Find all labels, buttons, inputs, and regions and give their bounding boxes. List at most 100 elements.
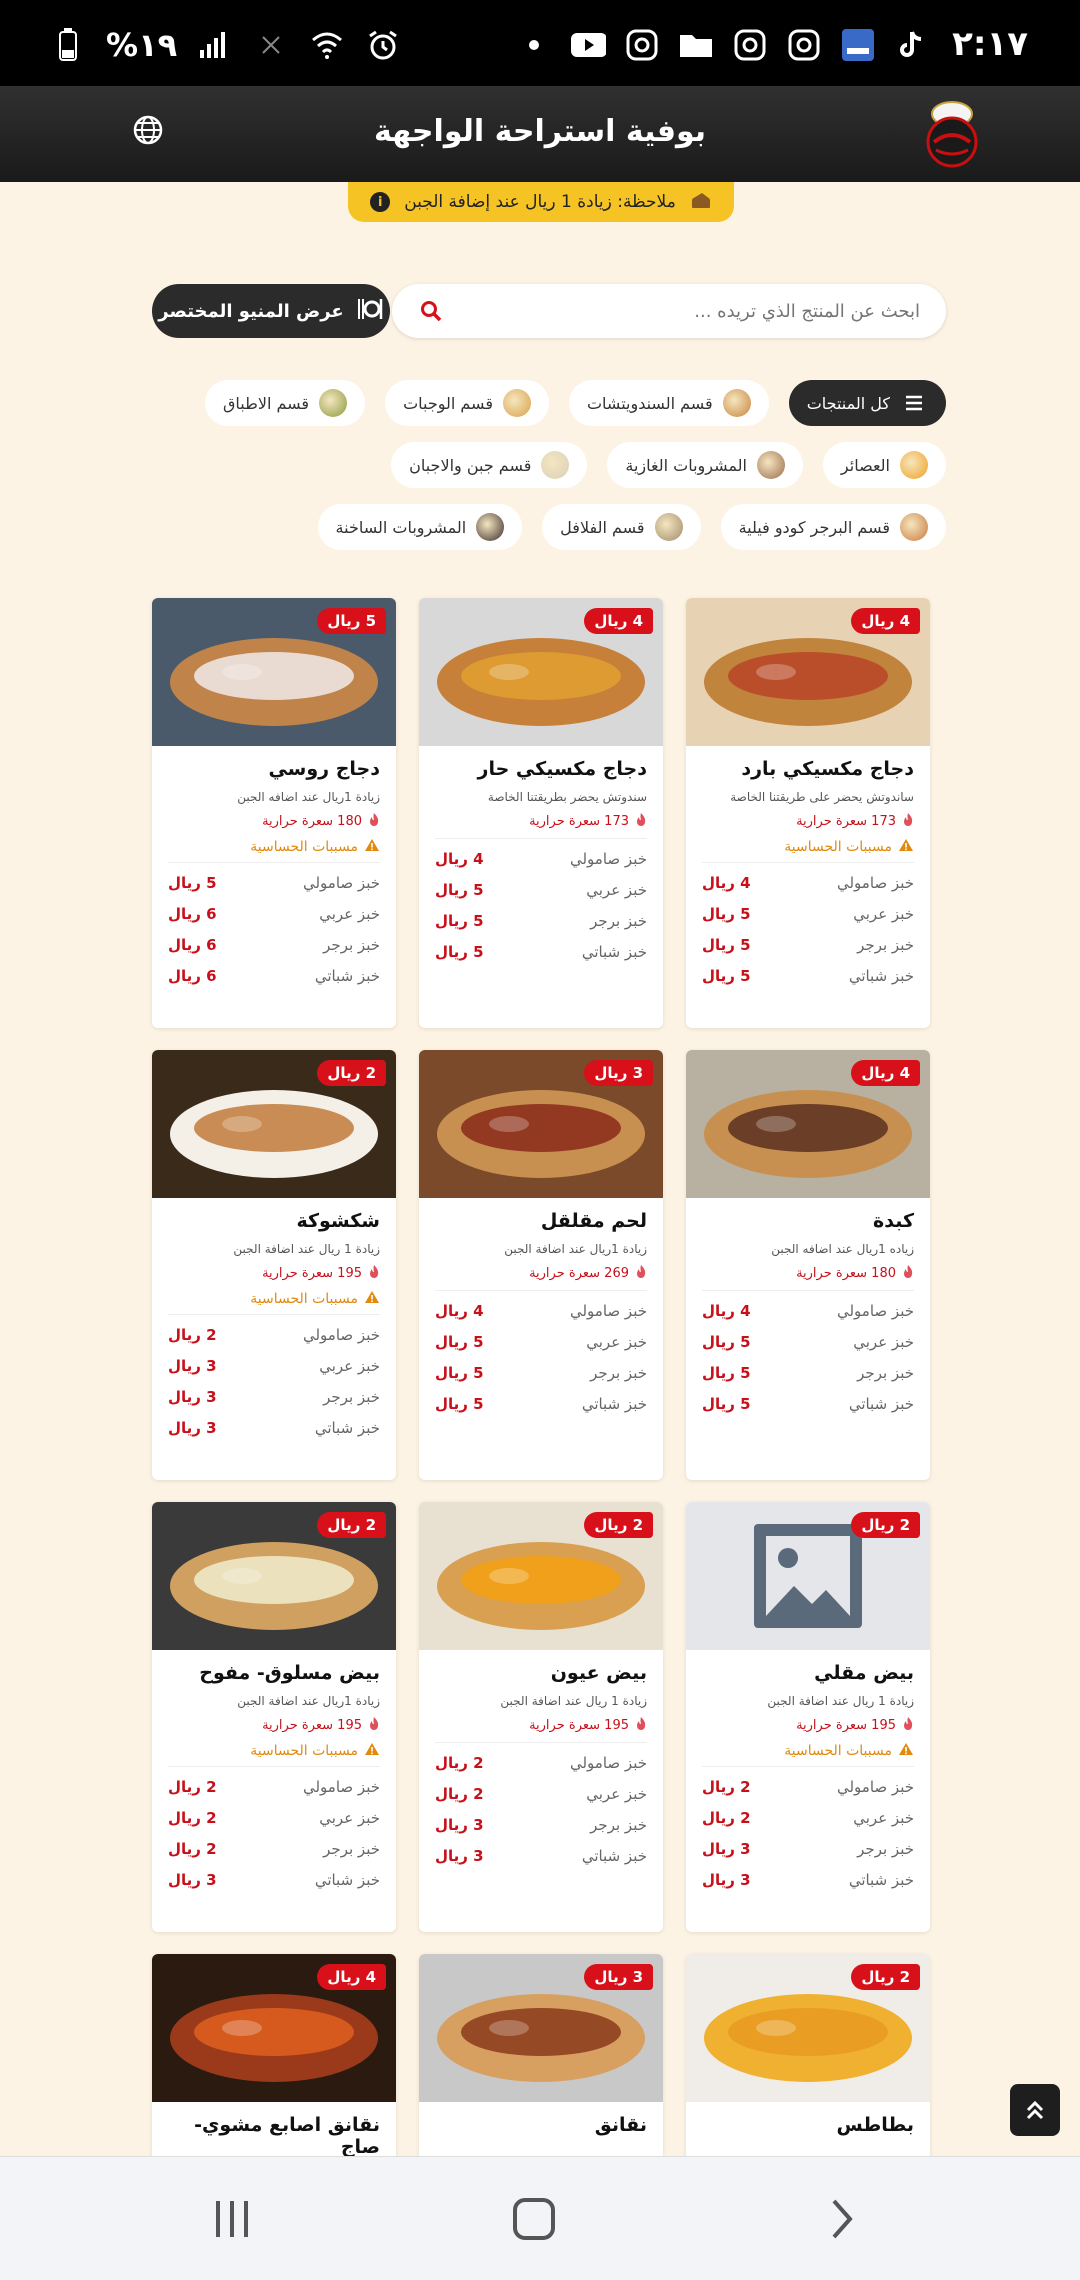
bread-price-row[interactable]: خبز برجر 2 ريال <box>168 1833 380 1864</box>
bread-price-row[interactable]: خبز برجر 5 ريال <box>702 929 914 960</box>
bread-price: 2 ريال <box>435 1753 484 1772</box>
product-description: زيادة 1ريال عند اضافه الجبن <box>237 790 380 804</box>
scroll-to-top-button[interactable] <box>1010 2084 1060 2136</box>
product-card[interactable]: 2 ريال بيض مقلي زيادة 1 ريال عند اضافة الج… <box>686 1502 930 1932</box>
bread-price-row[interactable]: خبز شباتي 3 ريال <box>435 1840 647 1871</box>
bread-price-row[interactable]: خبز عربي 2 ريال <box>168 1802 380 1833</box>
bread-price-row[interactable]: خبز صامولي 2 ريال <box>435 1747 647 1778</box>
product-image[interactable]: 3 ريال <box>419 1954 663 2102</box>
burger-icon <box>900 513 928 541</box>
search-icon[interactable] <box>420 300 442 322</box>
cheese-icon <box>541 451 570 479</box>
category-chip[interactable]: قسم الوجبات <box>385 380 549 426</box>
category-chip[interactable]: المشروبات الغازية <box>607 442 803 488</box>
warning-icon <box>898 838 914 856</box>
bread-price-row[interactable]: خبز صامولي 2 ريال <box>168 1319 380 1350</box>
bread-price-row[interactable]: خبز عربي 2 ريال <box>702 1802 914 1833</box>
back-button[interactable] <box>818 2195 866 2243</box>
product-card[interactable]: 3 ريال لحم مقلقل زيادة 1ريال عند اضافة الج… <box>419 1050 663 1480</box>
product-card[interactable]: 2 ريال شكشوكة زيادة 1 ريال عند اضافة الجبن… <box>152 1050 396 1480</box>
product-image[interactable]: 5 ريال <box>152 598 396 746</box>
product-image[interactable]: 2 ريال <box>686 1954 930 2102</box>
bread-price-row[interactable]: خبز صامولي 4 ريال <box>702 867 914 898</box>
language-globe-icon[interactable] <box>132 114 164 146</box>
allergens-link[interactable]: مسببات الحساسية <box>702 838 914 856</box>
search-bar[interactable] <box>392 284 946 338</box>
search-input[interactable] <box>480 284 920 338</box>
bread-price-row[interactable]: خبز صامولي 2 ريال <box>702 1771 914 1802</box>
category-chip[interactable]: العصائر <box>822 442 946 488</box>
bread-price-row[interactable]: خبز شباتي 3 ريال <box>168 1412 380 1443</box>
bread-price-row[interactable]: خبز برجر 5 ريال <box>702 1357 914 1388</box>
bread-price-row[interactable]: خبز شباتي 5 ريال <box>702 960 914 991</box>
bread-price-row[interactable]: خبز عربي 5 ريال <box>702 898 914 929</box>
category-chip[interactable]: قسم الاطباق <box>205 380 366 426</box>
bread-price-row[interactable]: خبز عربي 3 ريال <box>168 1350 380 1381</box>
product-card[interactable]: 4 ريال كبدة زياده 1ريال عند اضافه الجبن 180… <box>686 1050 930 1480</box>
soda-icon <box>756 451 785 479</box>
category-chip[interactable]: قسم البرجر كودو فيلية <box>720 504 946 550</box>
category-chip[interactable]: المشروبات الساخنة <box>317 504 523 550</box>
category-label: قسم البرجر كودو فيلية <box>738 517 890 537</box>
bread-price-row[interactable]: خبز عربي 6 ريال <box>168 898 380 929</box>
category-chip[interactable]: قسم جبن والاجبان <box>391 442 588 488</box>
bread-price-row[interactable]: خبز شباتي 3 ريال <box>168 1864 380 1895</box>
recent-apps-button[interactable] <box>208 2195 256 2243</box>
category-chip[interactable]: قسم الفلافل <box>542 504 701 550</box>
product-card[interactable]: 5 ريال دجاج روسي زيادة 1ريال عند اضافه الج… <box>152 598 396 1028</box>
bread-price: 2 ريال <box>168 1808 217 1827</box>
allergens-link[interactable]: مسببات الحساسية <box>168 1742 380 1760</box>
home-button[interactable] <box>510 2195 558 2243</box>
price-badge: 2 ريال <box>317 1060 386 1086</box>
bread-price-row[interactable]: خبز شباتي 5 ريال <box>435 1388 647 1419</box>
bread-price-row[interactable]: خبز شباتي 3 ريال <box>702 1864 914 1895</box>
bread-price-row[interactable]: خبز برجر 5 ريال <box>435 905 647 936</box>
short-menu-button[interactable]: عرض المنيو المختصر <box>152 284 390 338</box>
bread-price-row[interactable]: خبز شباتي 6 ريال <box>168 960 380 991</box>
category-chip[interactable]: كل المنتجات <box>788 380 946 426</box>
bread-price-row[interactable]: خبز شباتي 5 ريال <box>702 1388 914 1419</box>
product-image[interactable]: 4 ريال <box>419 598 663 746</box>
bread-price-row[interactable]: خبز شباتي 5 ريال <box>435 936 647 967</box>
bread-price-row[interactable]: خبز عربي 5 ريال <box>435 874 647 905</box>
bread-price-row[interactable]: خبز صامولي 2 ريال <box>168 1771 380 1802</box>
bread-price-row[interactable]: خبز عربي 5 ريال <box>435 1326 647 1357</box>
bread-type: خبز شباتي <box>848 1870 914 1889</box>
category-label: المشروبات الساخنة <box>335 517 467 537</box>
product-image[interactable]: 2 ريال <box>152 1502 396 1650</box>
product-name: دجاج روسي <box>268 758 380 780</box>
allergens-link[interactable]: مسببات الحساسية <box>168 1290 380 1308</box>
bread-price-row[interactable]: خبز برجر 3 ريال <box>435 1809 647 1840</box>
bread-price-row[interactable]: خبز صامولي 4 ريال <box>435 843 647 874</box>
bread-price-row[interactable]: خبز عربي 2 ريال <box>435 1778 647 1809</box>
bread-price-row[interactable]: خبز برجر 3 ريال <box>702 1833 914 1864</box>
allergens-link[interactable]: مسببات الحساسية <box>702 1742 914 1760</box>
bread-price: 5 ريال <box>702 1394 751 1413</box>
product-image[interactable]: 4 ريال <box>686 1050 930 1198</box>
product-card[interactable]: 2 ريال بيض مسلوق- مفوح زيادة 1ريال عند اضا… <box>152 1502 396 1932</box>
category-chip[interactable]: قسم السندويتشات <box>568 380 769 426</box>
product-image[interactable]: 2 ريال <box>152 1050 396 1198</box>
flame-icon <box>368 1264 380 1282</box>
bread-price-row[interactable]: خبز عربي 5 ريال <box>702 1326 914 1357</box>
product-image[interactable]: 2 ريال <box>419 1502 663 1650</box>
product-calories: 195 سعرة حرارية <box>435 1716 647 1734</box>
bread-price-row[interactable]: خبز صامولي 4 ريال <box>435 1295 647 1326</box>
product-card[interactable]: 4 ريال دجاج مكسيكي بارد ساندوتش يحضر على ط… <box>686 598 930 1028</box>
divider <box>702 1290 914 1291</box>
product-image[interactable]: 2 ريال <box>686 1502 930 1650</box>
product-image[interactable]: 4 ريال <box>152 1954 396 2102</box>
bread-price: 5 ريال <box>435 1332 484 1351</box>
product-image[interactable]: 3 ريال <box>419 1050 663 1198</box>
bread-price-row[interactable]: خبز صامولي 4 ريال <box>702 1295 914 1326</box>
bread-price-row[interactable]: خبز صامولي 5 ريال <box>168 867 380 898</box>
bread-price-row[interactable]: خبز برجر 6 ريال <box>168 929 380 960</box>
bread-price-row[interactable]: خبز برجر 3 ريال <box>168 1381 380 1412</box>
bread-price-row[interactable]: خبز برجر 5 ريال <box>435 1357 647 1388</box>
allergens-link[interactable]: مسببات الحساسية <box>168 838 380 856</box>
allergens-label: مسببات الحساسية <box>250 839 358 855</box>
product-calories: 180 سعرة حرارية <box>702 1264 914 1282</box>
product-card[interactable]: 2 ريال بيض عيون زيادة 1 ريال عند اضافة الج… <box>419 1502 663 1932</box>
product-image[interactable]: 4 ريال <box>686 598 930 746</box>
product-card[interactable]: 4 ريال دجاج مكسيكي حار سندوتش يحضر بطريقتن… <box>419 598 663 1028</box>
